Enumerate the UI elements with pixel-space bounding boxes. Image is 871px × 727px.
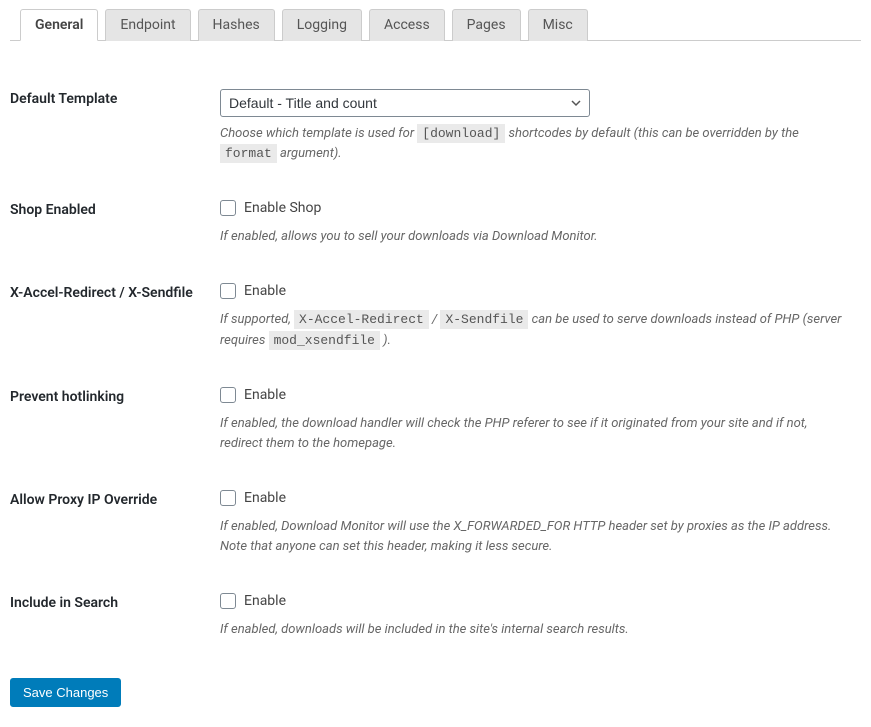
shop-enabled-checkbox-label[interactable]: Enable Shop	[220, 200, 321, 216]
tab-general[interactable]: General	[20, 9, 98, 41]
default-template-select[interactable]: Default - Title and count	[220, 89, 590, 117]
tab-logging[interactable]: Logging	[282, 9, 362, 41]
label-shop-enabled: Shop Enabled	[10, 182, 220, 265]
settings-tabs: General Endpoint Hashes Logging Access P…	[10, 8, 861, 41]
label-include-search: Include in Search	[10, 575, 220, 658]
label-hotlinking: Prevent hotlinking	[10, 369, 220, 472]
shop-enabled-description: If enabled, allows you to sell your down…	[220, 227, 851, 247]
tab-misc[interactable]: Misc	[528, 9, 588, 41]
hotlinking-checkbox[interactable]	[220, 387, 236, 403]
hotlinking-text: Enable	[244, 387, 286, 403]
shop-enabled-text: Enable Shop	[244, 200, 321, 216]
code-xaccel: X-Accel-Redirect	[294, 310, 429, 329]
proxy-ip-checkbox[interactable]	[220, 490, 236, 506]
include-search-description: If enabled, downloads will be included i…	[220, 620, 851, 640]
include-search-text: Enable	[244, 593, 286, 609]
tab-pages[interactable]: Pages	[452, 9, 521, 41]
code-download: [download]	[417, 124, 505, 143]
include-search-checkbox-label[interactable]: Enable	[220, 593, 286, 609]
label-default-template: Default Template	[10, 71, 220, 182]
xaccel-text: Enable	[244, 283, 286, 299]
default-template-description: Choose which template is used for [downl…	[220, 124, 851, 164]
tab-endpoint[interactable]: Endpoint	[105, 9, 190, 41]
hotlinking-checkbox-label[interactable]: Enable	[220, 387, 286, 403]
save-changes-button[interactable]: Save Changes	[10, 678, 121, 707]
label-proxy-ip: Allow Proxy IP Override	[10, 472, 220, 575]
settings-form: Default Template Default - Title and cou…	[10, 71, 861, 658]
proxy-ip-checkbox-label[interactable]: Enable	[220, 490, 286, 506]
code-format: format	[220, 144, 277, 163]
tab-access[interactable]: Access	[369, 9, 445, 41]
code-xsendfile: X-Sendfile	[440, 310, 528, 329]
shop-enabled-checkbox[interactable]	[220, 200, 236, 216]
hotlinking-description: If enabled, the download handler will ch…	[220, 414, 851, 454]
tab-hashes[interactable]: Hashes	[198, 9, 275, 41]
include-search-checkbox[interactable]	[220, 593, 236, 609]
xaccel-checkbox[interactable]	[220, 283, 236, 299]
proxy-ip-description: If enabled, Download Monitor will use th…	[220, 517, 851, 557]
proxy-ip-text: Enable	[244, 490, 286, 506]
code-modxsendfile: mod_xsendfile	[269, 331, 380, 350]
xaccel-checkbox-label[interactable]: Enable	[220, 283, 286, 299]
label-xaccel: X-Accel-Redirect / X-Sendfile	[10, 265, 220, 368]
xaccel-description: If supported, X-Accel-Redirect / X-Sendf…	[220, 310, 851, 350]
